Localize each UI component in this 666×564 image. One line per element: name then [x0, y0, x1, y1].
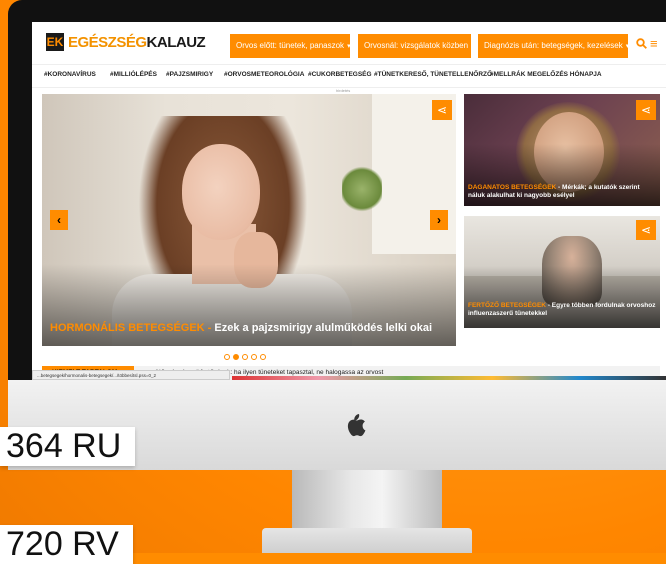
slider-dot-active[interactable] — [233, 354, 239, 360]
hero-image — [182, 144, 260, 240]
tag-link[interactable]: #PAJZSMIRIGY — [166, 71, 213, 78]
article-headline: FERTŐZŐ BETEGSÉGEK - Egyre többen fordul… — [468, 302, 656, 317]
tag-link[interactable]: #ORVOSMETEOROLÓGIA — [224, 71, 304, 78]
hero-headline[interactable]: HORMONÁLIS BETEGSÉGEK - Ezek a pajzsmiri… — [42, 322, 456, 334]
share-icon[interactable]: ⋖ — [636, 220, 656, 240]
article-card[interactable]: ⋖ FERTŐZŐ BETEGSÉGEK - Egyre többen ford… — [464, 216, 660, 328]
article-headline: DAGANATOS BETEGSÉGEK - Mérkák; a kutatók… — [468, 184, 640, 199]
logo-text-part1: EGÉSZSÉG — [68, 33, 147, 51]
tag-link[interactable]: #MILLIÓLÉPÉS — [110, 71, 157, 78]
tag-link[interactable]: #KORONAVÍRUS — [44, 71, 96, 78]
slider-prev-button[interactable]: ‹ — [50, 210, 68, 230]
logo-text-part2: KALAUZ — [146, 33, 206, 51]
menu-at-doctor-button[interactable]: Orvosnál: vizsgálatok közben▾ — [358, 34, 471, 58]
chevron-down-icon: ▾ — [625, 43, 628, 50]
slider-dot[interactable] — [251, 354, 257, 360]
ad-label: hirdetés — [336, 88, 351, 93]
thumbnail-strip — [232, 376, 666, 380]
monitor-stand-foot — [262, 528, 472, 553]
slider-dots — [224, 354, 266, 360]
logo-mark-icon: EK — [46, 33, 64, 51]
menu-after-diagnosis-button[interactable]: Diagnózis után: betegségek, kezelések ▾ — [478, 34, 628, 58]
tag-link[interactable]: #CUKORBETEGSÉG — [308, 71, 372, 78]
search-icon[interactable] — [636, 38, 647, 49]
menu-before-doctor-button[interactable]: Orvos előtt: tünetek, panaszok ▾ — [230, 34, 350, 58]
website-screen: EK EGÉSZSÉG KALAUZ Orvos előtt: tünetek,… — [32, 22, 666, 380]
share-icon[interactable]: ⋖ — [636, 100, 656, 120]
site-header: EK EGÉSZSÉG KALAUZ Orvos előtt: tünetek,… — [32, 22, 666, 64]
tag-bar: #KORONAVÍRUS #MILLIÓLÉPÉS #PAJZSMIRIGY #… — [32, 64, 666, 88]
dimension-label: 720 RV — [0, 525, 133, 564]
apple-logo-icon — [347, 414, 366, 437]
share-icon[interactable]: ⋖ — [432, 100, 452, 120]
hero-slider[interactable]: ⋖ ‹ › HORMONÁLIS BETEGSÉGEK - Ezek a paj… — [42, 94, 456, 346]
tag-link[interactable]: #MELLRÁK MEGELŐZÉS HÓNAPJA — [490, 71, 602, 78]
tag-link[interactable]: #TÜNETKERESŐ, TÜNETELLENŐRZŐ — [374, 71, 492, 78]
dimension-label: 364 RU — [0, 427, 136, 466]
site-logo[interactable]: EK EGÉSZSÉG KALAUZ — [46, 33, 206, 51]
slider-dot[interactable] — [242, 354, 248, 360]
status-bar-url: ...betegsegek/hormonalis-betegsegek/.../… — [32, 370, 230, 380]
hamburger-menu-icon[interactable]: ≡ — [650, 36, 658, 51]
hero-title: Ezek a pajzsmirigy alulműködés lelki oka… — [214, 322, 433, 334]
slider-dot[interactable] — [224, 354, 230, 360]
slider-dot[interactable] — [260, 354, 266, 360]
hero-category: HORMONÁLIS BETEGSÉGEK — [50, 322, 205, 334]
article-card[interactable]: ⋖ DAGANATOS BETEGSÉGEK - Mérkák; a kutat… — [464, 94, 660, 206]
chevron-down-icon: ▾ — [347, 43, 350, 50]
slider-next-button[interactable]: › — [430, 210, 448, 230]
